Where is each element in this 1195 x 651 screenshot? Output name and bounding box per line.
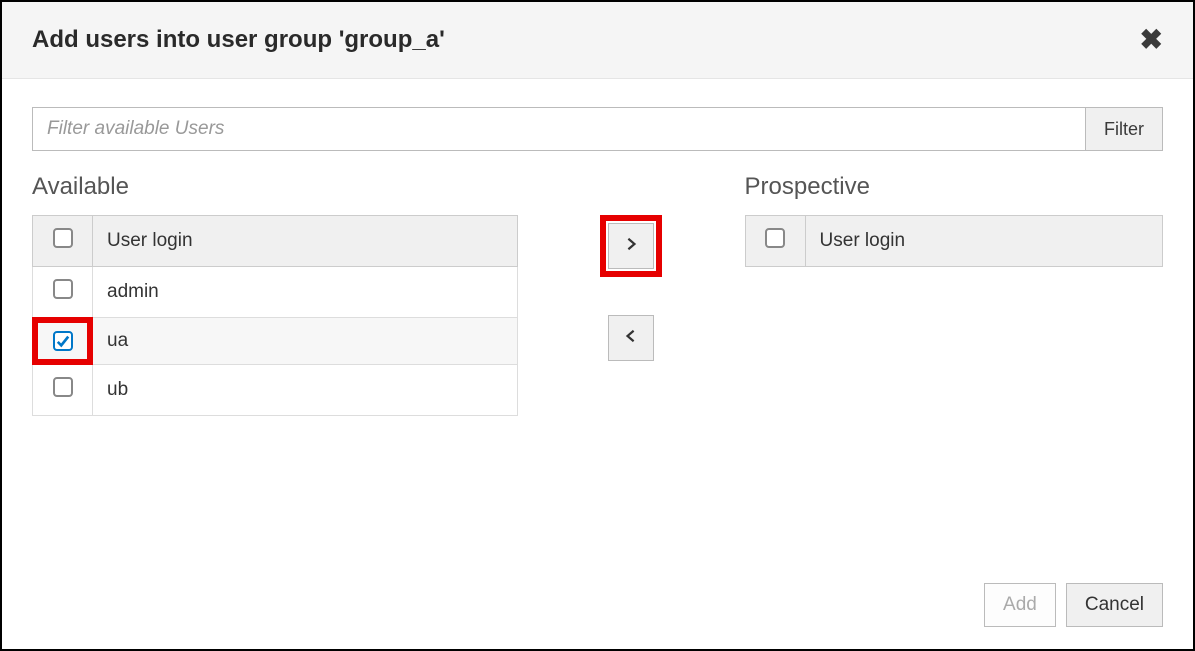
prospective-select-all-cell xyxy=(745,216,805,267)
prospective-select-all-checkbox[interactable] xyxy=(765,228,785,248)
row-login: ub xyxy=(93,365,518,416)
add-button[interactable]: Add xyxy=(984,583,1056,627)
available-heading: Available xyxy=(32,173,518,201)
prospective-heading: Prospective xyxy=(745,173,1163,201)
table-row: admin xyxy=(33,267,518,318)
highlighted-checkbox-wrap xyxy=(32,317,93,365)
filter-row: Filter xyxy=(32,107,1163,151)
lists-row: Available User login xyxy=(32,173,1163,416)
prospective-table: User login xyxy=(745,215,1163,267)
move-right-button[interactable] xyxy=(608,223,654,269)
row-login: admin xyxy=(93,267,518,318)
chevron-right-icon xyxy=(624,235,638,258)
available-select-all-checkbox[interactable] xyxy=(53,228,73,248)
row-login: ua xyxy=(93,318,518,365)
row-checkbox-admin[interactable] xyxy=(53,279,73,299)
add-users-dialog: Add users into user group 'group_a' ✖ Fi… xyxy=(0,0,1195,651)
dialog-title: Add users into user group 'group_a' xyxy=(32,26,445,54)
prospective-column: Prospective User login xyxy=(745,173,1163,267)
move-right-highlight xyxy=(600,215,662,277)
move-left-wrap xyxy=(608,315,654,361)
close-icon[interactable]: ✖ xyxy=(1140,26,1163,54)
cancel-button[interactable]: Cancel xyxy=(1066,583,1163,627)
chevron-left-icon xyxy=(624,327,638,350)
dialog-footer: Add Cancel xyxy=(2,569,1193,649)
available-column: Available User login xyxy=(32,173,518,416)
move-buttons-column xyxy=(518,173,744,361)
filter-input[interactable] xyxy=(32,107,1086,151)
dialog-header: Add users into user group 'group_a' ✖ xyxy=(2,2,1193,79)
dialog-body: Filter Available User login xyxy=(2,79,1193,569)
prospective-column-header: User login xyxy=(805,216,1162,267)
filter-button[interactable]: Filter xyxy=(1086,107,1163,151)
table-row: ub xyxy=(33,365,518,416)
available-column-header: User login xyxy=(93,216,518,267)
available-table: User login admin xyxy=(32,215,518,416)
available-select-all-cell xyxy=(33,216,93,267)
move-left-button[interactable] xyxy=(608,315,654,361)
row-checkbox-ub[interactable] xyxy=(53,377,73,397)
row-checkbox-ua[interactable] xyxy=(53,331,73,351)
table-row: ua xyxy=(33,318,518,365)
